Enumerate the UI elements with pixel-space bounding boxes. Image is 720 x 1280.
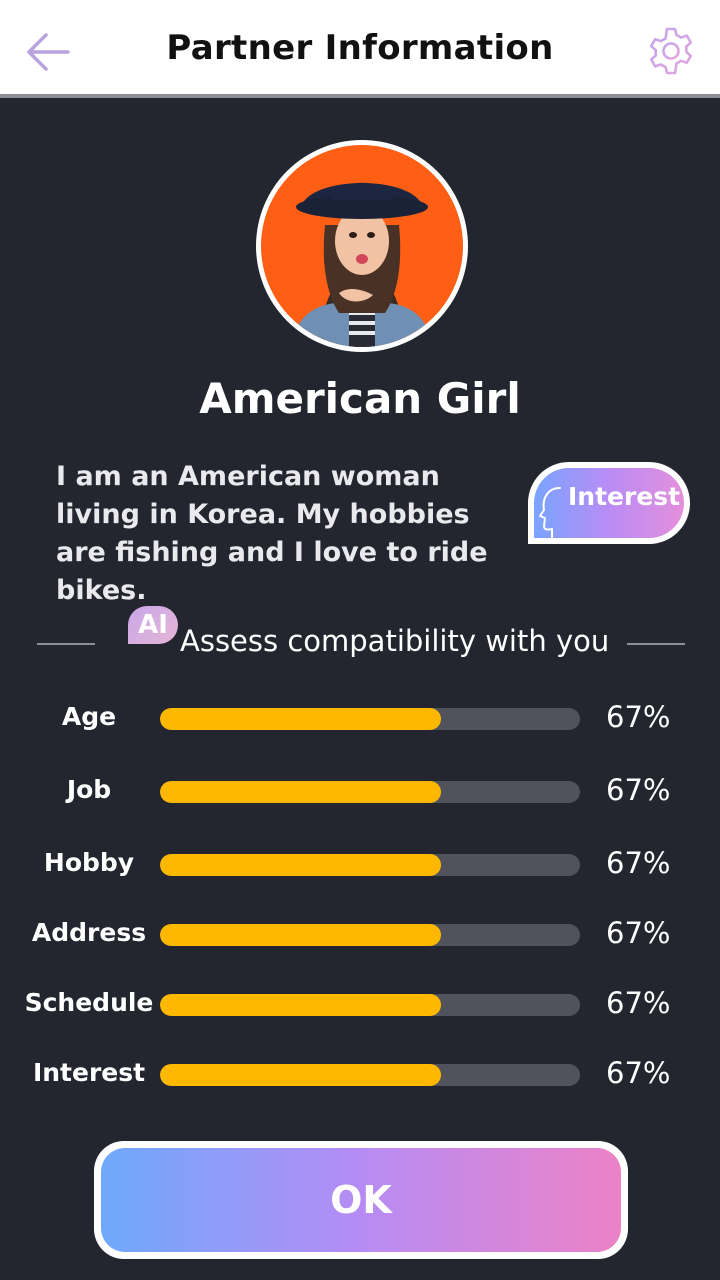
row-label: Schedule [24,988,154,1017]
ok-button-label: OK [101,1148,621,1252]
progress-fill [160,708,442,730]
partner-bio: I am an American woman living in Korea. … [56,461,488,606]
row-percent: 67% [606,916,671,950]
progress-track [160,854,580,876]
compatibility-row-address: Address 67% [0,916,720,956]
progress-track [160,781,580,803]
progress-track [160,708,580,730]
row-label: Job [66,775,112,804]
progress-fill [160,854,442,876]
compatibility-title: Assess compatibility with you [180,624,610,658]
row-label: Interest [32,1058,146,1087]
profile-photo [291,182,433,347]
row-label: Hobby [43,848,135,877]
ai-badge: AI [128,606,178,644]
compatibility-row-job: Job 67% [0,773,720,813]
partner-name: American Girl [199,374,521,423]
progress-fill [160,781,442,803]
progress-track [160,924,580,946]
divider-left [37,643,95,645]
top-app-bar: Partner Information [0,0,720,98]
compatibility-row-hobby: Hobby 67% [0,846,720,886]
row-percent: 67% [606,986,671,1020]
compatibility-row-interest: Interest 67% [0,1056,720,1096]
progress-fill [160,994,442,1016]
progress-fill [160,1064,442,1086]
profile-avatar [256,140,468,352]
page-title: Partner Information [166,28,554,68]
compatibility-row-schedule: Schedule 67% [0,986,720,1026]
settings-button[interactable] [646,26,696,76]
row-percent: 67% [606,773,671,807]
row-percent: 67% [606,846,671,880]
divider-right [627,643,685,645]
avatar [261,145,463,347]
ok-button[interactable]: OK [94,1141,628,1259]
interest-chip-fill: Interest [534,468,684,538]
head-profile-icon [539,487,561,538]
progress-fill [160,924,442,946]
row-percent: 67% [606,700,671,734]
progress-track [160,1064,580,1086]
row-label: Address [31,918,147,947]
compatibility-row-age: Age 67% [0,700,720,740]
progress-track [160,994,580,1016]
row-percent: 67% [606,1056,671,1090]
interest-button[interactable]: Interest [528,462,690,544]
row-label: Age [61,702,117,731]
gear-icon [649,27,693,75]
interest-label: Interest [568,482,681,511]
